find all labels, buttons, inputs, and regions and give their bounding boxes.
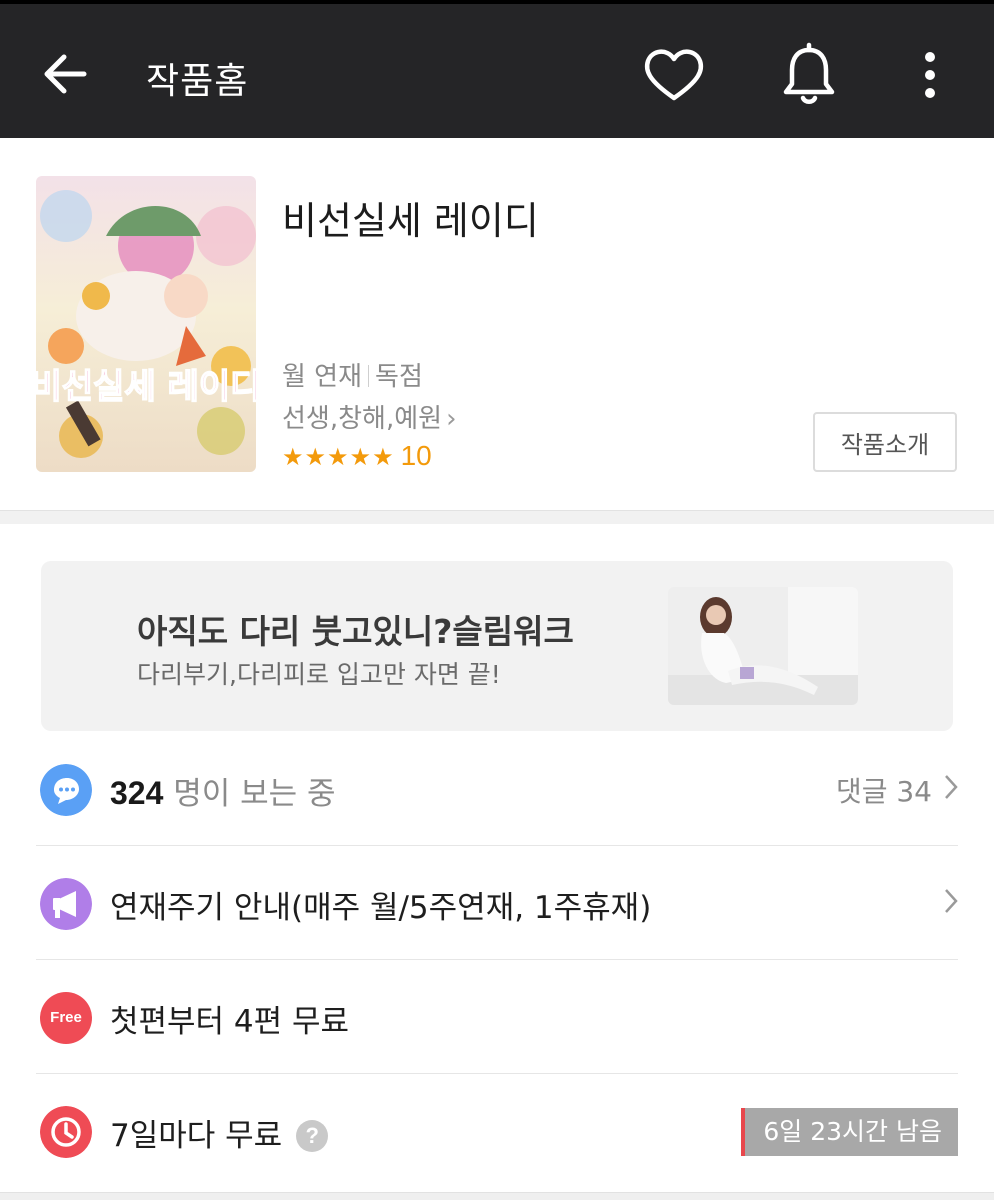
- top-app-bar: 작품홈: [0, 0, 994, 138]
- wait-free-text: 7일마다 무료?: [110, 1110, 329, 1155]
- more-options-button[interactable]: [908, 46, 952, 104]
- like-button[interactable]: [640, 44, 708, 106]
- rating: ★★★★★ 10: [282, 440, 432, 472]
- free-badge-text: Free: [50, 1009, 82, 1026]
- exclusive-label: 독점: [375, 362, 423, 392]
- work-info-section: 비선실세 레이디 비선실세 레이디 월 연재 독점 선생,창해,예원 › ★★★★★…: [0, 138, 994, 510]
- ad-headline: 아직도 다리 붓고있니?슬림워크: [137, 612, 574, 651]
- viewers-row[interactable]: 324 명이 보는 중 댓글 34: [36, 732, 958, 846]
- page-title: 작품홈: [146, 61, 249, 102]
- bell-icon: [783, 42, 835, 104]
- schedule-label: 월 연재: [282, 362, 363, 392]
- chevron-right-icon: [945, 775, 958, 799]
- viewers-label: 명이 보는 중: [173, 776, 336, 812]
- wait-free-row: 7일마다 무료? 6일 23시간 남음: [36, 1074, 958, 1188]
- work-intro-button[interactable]: 작품소개: [813, 412, 957, 472]
- authors-link[interactable]: 선생,창해,예원 ›: [282, 398, 456, 435]
- alarm-button[interactable]: [778, 42, 840, 108]
- help-icon[interactable]: ?: [296, 1120, 329, 1152]
- back-button[interactable]: [38, 48, 96, 100]
- wait-free-label: 7일마다 무료: [110, 1118, 283, 1154]
- comments-link[interactable]: 댓글 34: [836, 770, 932, 810]
- meta-divider: [368, 365, 370, 387]
- ad-subtext: 다리부기,다리피로 입고만 자면 끝!: [137, 660, 501, 689]
- schedule-notice-row[interactable]: 연재주기 안내(매주 월/5주연재, 1주휴재): [36, 846, 958, 960]
- ad-banner[interactable]: 아직도 다리 붓고있니?슬림워크 다리부기,다리피로 입고만 자면 끝!: [41, 561, 953, 731]
- chevron-right-icon: [945, 889, 958, 913]
- clock-icon: [40, 1106, 92, 1158]
- authors-label: 선생,창해,예원: [282, 404, 443, 434]
- more-vertical-icon: [925, 52, 935, 98]
- work-meta: 월 연재 독점: [282, 356, 423, 393]
- arrow-left-icon: [44, 54, 87, 94]
- chevron-right-icon: ›: [446, 404, 457, 434]
- heart-icon: [644, 49, 704, 101]
- cover-title-art: 비선실세 레이디: [36, 367, 256, 407]
- free-badge-icon: Free: [40, 992, 92, 1044]
- viewers-count: 324: [110, 775, 164, 811]
- free-episodes-text: 첫편부터 4편 무료: [110, 1004, 350, 1040]
- free-episodes-row: Free 첫편부터 4편 무료: [36, 960, 958, 1074]
- cover-image[interactable]: 비선실세 레이디: [36, 176, 256, 472]
- section-divider: [0, 510, 994, 524]
- chat-bubble-icon: [40, 764, 92, 816]
- rating-score: 10: [400, 440, 432, 471]
- megaphone-icon: [40, 878, 92, 930]
- viewers-text: 324 명이 보는 중: [110, 768, 336, 813]
- schedule-notice-text: 연재주기 안내(매주 월/5주연재, 1주휴재): [110, 890, 652, 926]
- remaining-time-badge: 6일 23시간 남음: [741, 1108, 958, 1156]
- work-title: 비선실세 레이디: [282, 199, 539, 243]
- star-icons: ★★★★★: [282, 443, 395, 471]
- ad-image: [668, 587, 858, 705]
- bottom-divider: [0, 1192, 994, 1200]
